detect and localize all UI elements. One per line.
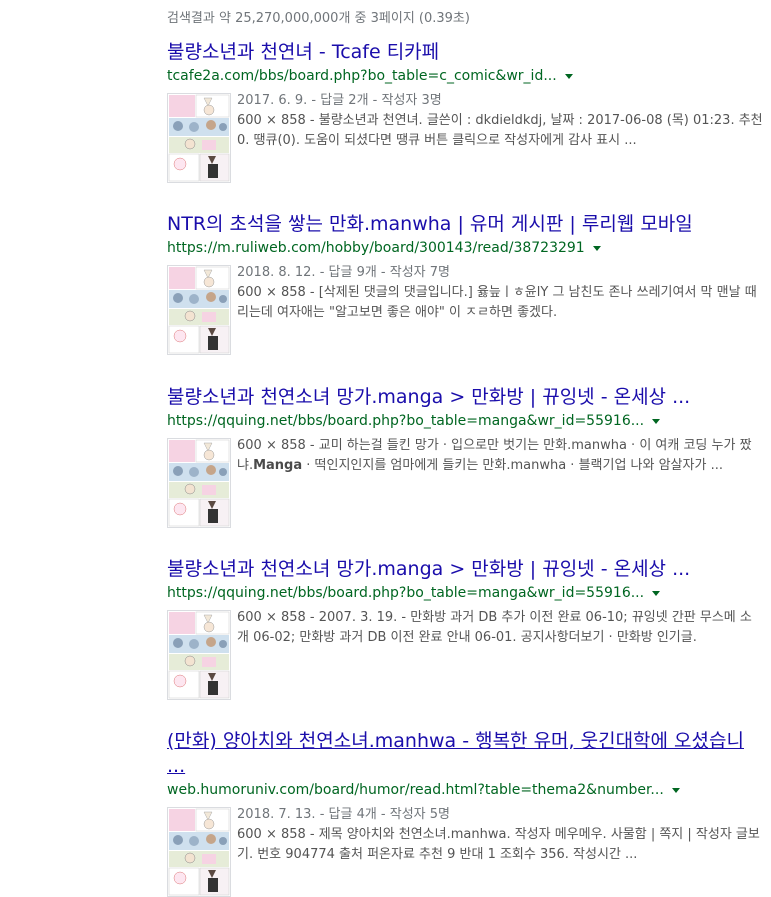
url-menu-caret-icon[interactable] [564, 73, 573, 79]
result-thumbnail[interactable] [167, 438, 231, 528]
result-snippet: 2018. 7. 13. - 답글 4개 - 작성자 5명 600 × 858 … [237, 805, 763, 865]
result-url-line: https://m.ruliweb.com/hobby/board/300143… [167, 239, 767, 257]
result-title-link[interactable]: 불량소년과 천연녀 - Tcafe 티카페 [167, 40, 767, 65]
result-url-line: https://qquing.net/bbs/board.php?bo_tabl… [167, 584, 767, 602]
result-thumbnail[interactable] [167, 610, 231, 700]
result-meta: 2017. 6. 9. - 답글 2개 - 작성자 3명 [237, 93, 442, 108]
result-title-link[interactable]: 불량소년과 천연소녀 망가.manga > 만화방 | 뀨잉넷 - 온세상 ..… [167, 557, 767, 582]
result-snippet-text-tail: · 떡인지인지를 엄마에게 들키는 만화.manwha · 블랙기업 나와 암살… [302, 458, 723, 473]
result-url[interactable]: https://m.ruliweb.com/hobby/board/300143… [167, 240, 585, 256]
result-url[interactable]: https://qquing.net/bbs/board.php?bo_tabl… [167, 585, 644, 601]
search-result: 불량소년과 천연녀 - Tcafe 티카페 tcafe2a.com/bbs/bo… [167, 40, 767, 183]
result-body: 600 × 858 - 교미 하는걸 들킨 망가 · 입으로만 벗기는 만화.m… [167, 436, 767, 528]
result-meta: 2018. 7. 13. - 답글 4개 - 작성자 5명 [237, 807, 450, 822]
result-url-line: web.humoruniv.com/board/humor/read.html?… [167, 781, 767, 799]
result-snippet: 2018. 8. 12. - 답글 9개 - 작성자 7명 600 × 858 … [237, 263, 763, 323]
result-title-link[interactable]: NTR의 초석을 쌓는 만화.manwha | 유머 게시판 | 루리웹 모바일 [167, 212, 767, 237]
search-result: 불량소년과 천연소녀 망가.manga > 만화방 | 뀨잉넷 - 온세상 ..… [167, 385, 767, 528]
result-title-link[interactable]: (만화) 양아치와 천연소녀.manhwa - 행복한 유머, 웃긴대학에 오셨… [167, 729, 757, 779]
url-menu-caret-icon[interactable] [652, 418, 661, 424]
url-menu-caret-icon[interactable] [671, 787, 680, 793]
url-menu-caret-icon[interactable] [652, 590, 661, 596]
search-result: (만화) 양아치와 천연소녀.manhwa - 행복한 유머, 웃긴대학에 오셨… [167, 729, 767, 897]
result-url-line: https://qquing.net/bbs/board.php?bo_tabl… [167, 412, 767, 430]
search-result: NTR의 초석을 쌓는 만화.manwha | 유머 게시판 | 루리웹 모바일… [167, 212, 767, 355]
result-meta: 2018. 8. 12. - 답글 9개 - 작성자 7명 [237, 265, 450, 280]
result-body: 2017. 6. 9. - 답글 2개 - 작성자 3명 600 × 858 -… [167, 91, 767, 183]
result-snippet-text: 600 × 858 - 2007. 3. 19. - 만화방 과거 DB 추가 … [237, 610, 752, 645]
result-body: 2018. 8. 12. - 답글 9개 - 작성자 7명 600 × 858 … [167, 263, 767, 355]
result-title-link[interactable]: 불량소년과 천연소녀 망가.manga > 만화방 | 뀨잉넷 - 온세상 ..… [167, 385, 767, 410]
url-menu-caret-icon[interactable] [592, 245, 601, 251]
result-snippet-text: 600 × 858 - [삭제된 댓글의 댓글입니다.] 윯늪ㅣㅎ윤lY 그 남… [237, 285, 757, 320]
result-url[interactable]: tcafe2a.com/bbs/board.php?bo_table=c_com… [167, 68, 557, 84]
result-snippet-text: 600 × 858 - 제목 양아치와 천연소녀.manhwa. 작성자 메우메… [237, 827, 760, 862]
result-snippet-highlight: Manga [253, 458, 303, 473]
search-result: 불량소년과 천연소녀 망가.manga > 만화방 | 뀨잉넷 - 온세상 ..… [167, 557, 767, 700]
result-thumbnail[interactable] [167, 93, 231, 183]
result-thumbnail[interactable] [167, 265, 231, 355]
result-url[interactable]: https://qquing.net/bbs/board.php?bo_tabl… [167, 413, 644, 429]
result-thumbnail[interactable] [167, 807, 231, 897]
result-body: 2018. 7. 13. - 답글 4개 - 작성자 5명 600 × 858 … [167, 805, 767, 897]
result-stats: 검색결과 약 25,270,000,000개 중 3페이지 (0.39초) [167, 11, 470, 26]
result-body: 600 × 858 - 2007. 3. 19. - 만화방 과거 DB 추가 … [167, 608, 767, 700]
result-url-line: tcafe2a.com/bbs/board.php?bo_table=c_com… [167, 67, 767, 85]
result-snippet: 600 × 858 - 교미 하는걸 들킨 망가 · 입으로만 벗기는 만화.m… [237, 436, 763, 476]
result-url[interactable]: web.humoruniv.com/board/humor/read.html?… [167, 782, 664, 798]
result-snippet: 600 × 858 - 2007. 3. 19. - 만화방 과거 DB 추가 … [237, 608, 763, 648]
result-snippet-text: 600 × 858 - 불량소년과 천연녀. 글쓴이 : dkdieldkdj,… [237, 113, 763, 148]
result-snippet: 2017. 6. 9. - 답글 2개 - 작성자 3명 600 × 858 -… [237, 91, 763, 151]
